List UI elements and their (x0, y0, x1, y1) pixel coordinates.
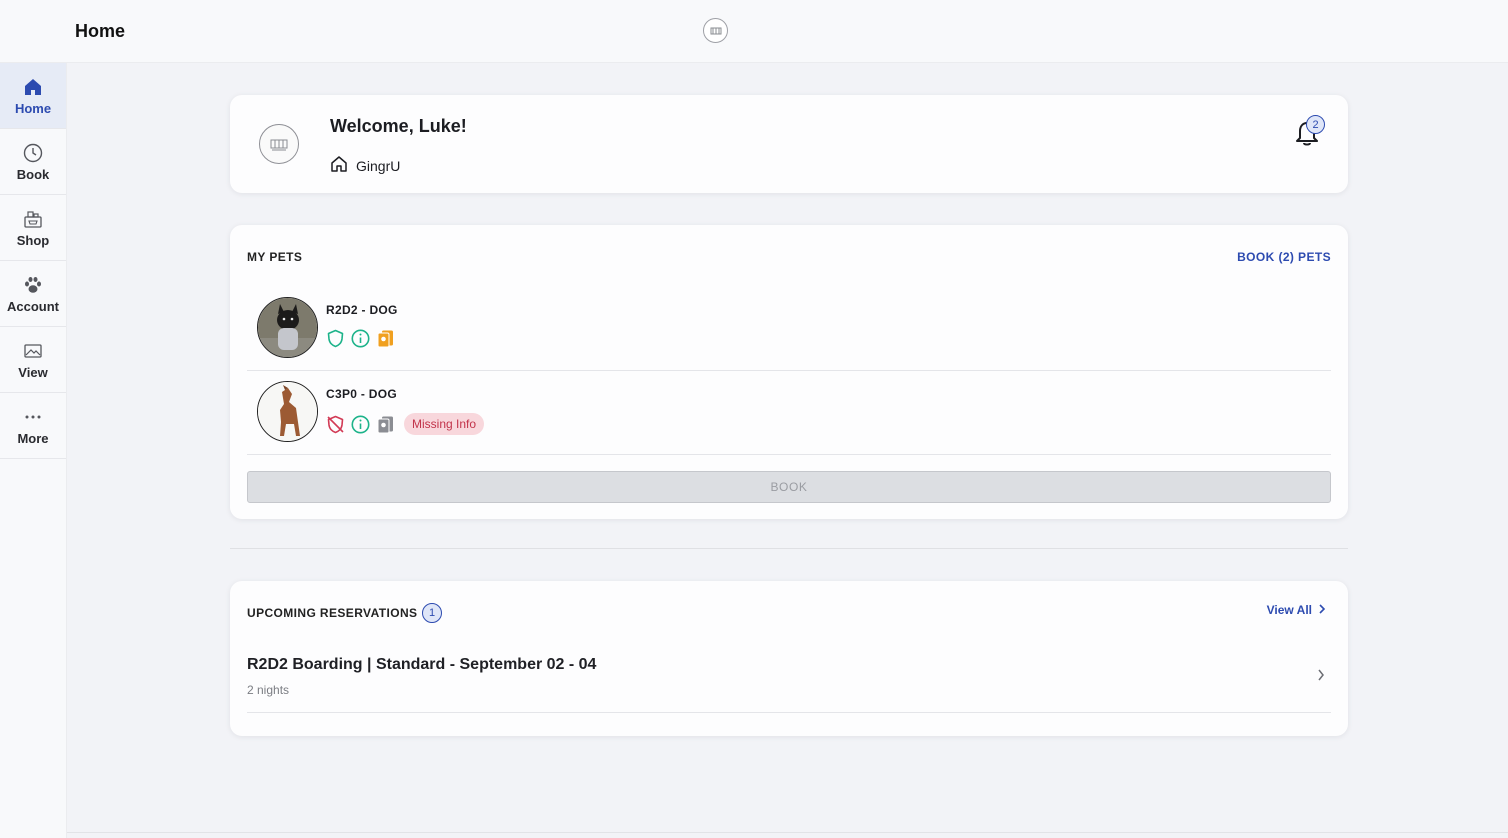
sidebar-item-home[interactable]: Home (0, 63, 66, 129)
reservation-title: R2D2 Boarding | Standard - September 02 … (247, 656, 597, 673)
shield-check-icon[interactable] (326, 329, 345, 348)
welcome-card: Welcome, Luke! GingrU 2 (230, 95, 1348, 193)
sidebar-item-label: Home (14, 100, 52, 116)
sidebar-item-label: Account (7, 298, 59, 314)
info-icon[interactable] (351, 329, 370, 348)
pet-status-icons (326, 329, 395, 348)
page-title: Home (75, 21, 126, 41)
pet-name: R2D2 - DOG (326, 303, 398, 317)
sidebar-item-account[interactable]: Account (0, 261, 66, 327)
pet-photo (257, 297, 318, 358)
my-pets-card: MY PETS BOOK (2) PETS R2D2 - DOG C3P0 - … (230, 225, 1348, 519)
sidebar-item-view[interactable]: View (0, 327, 66, 393)
reservations-count-badge: 1 (422, 603, 442, 623)
clock-icon (22, 142, 44, 164)
missing-info-badge: Missing Info (404, 413, 485, 435)
top-bar: Home (0, 0, 1508, 63)
my-pets-title: MY PETS (247, 250, 303, 264)
pet-name: C3P0 - DOG (326, 387, 398, 401)
location-name: GingrU (356, 157, 401, 174)
book-pets-link[interactable]: BOOK (2) PETS (1237, 250, 1331, 264)
welcome-greeting: Welcome, Luke! (330, 116, 467, 136)
pet-row[interactable]: C3P0 - DOG Missing Info (247, 371, 1331, 455)
book-button[interactable]: BOOK (247, 471, 1331, 503)
brand-logo[interactable] (703, 18, 728, 43)
reservation-subtitle: 2 nights (247, 683, 290, 697)
reservations-title: UPCOMING RESERVATIONS (247, 606, 418, 620)
shield-off-icon[interactable] (326, 415, 345, 434)
view-all-label: View All (1266, 603, 1312, 617)
view-all-link[interactable]: View All (1267, 603, 1326, 617)
house-icon (330, 155, 348, 176)
pet-status-icons: Missing Info (326, 413, 485, 435)
notification-count-badge: 2 (1306, 115, 1325, 134)
sidebar-item-shop[interactable]: Shop (0, 195, 66, 261)
section-divider (230, 548, 1348, 549)
upcoming-reservations-card: UPCOMING RESERVATIONS 1 View All R2D2 Bo… (230, 581, 1348, 736)
sidebar-item-book[interactable]: Book (0, 129, 66, 195)
document-icon[interactable] (376, 415, 395, 434)
more-dots-icon (22, 406, 44, 428)
shop-icon (22, 208, 44, 230)
footer-divider (67, 832, 1508, 833)
reservation-row[interactable]: R2D2 Boarding | Standard - September 02 … (247, 644, 1331, 713)
location-label: GingrU (330, 155, 400, 176)
business-logo-avatar (259, 124, 299, 164)
sidebar-item-label: More (17, 430, 49, 446)
chevron-right-icon (1317, 668, 1325, 686)
paw-icon (22, 274, 44, 296)
image-icon (22, 340, 44, 362)
sidebar-nav: Home Book Shop Account View More (0, 63, 67, 838)
chevron-right-icon (1318, 603, 1326, 617)
sidebar-item-label: Shop (16, 232, 50, 248)
document-icon[interactable] (376, 329, 395, 348)
info-icon[interactable] (351, 415, 370, 434)
pet-photo (257, 381, 318, 442)
home-icon (22, 76, 44, 98)
sidebar-item-label: Book (16, 166, 50, 182)
sidebar-item-label: View (18, 364, 48, 380)
sidebar-item-more[interactable]: More (0, 393, 66, 459)
pet-row[interactable]: R2D2 - DOG (247, 287, 1331, 371)
